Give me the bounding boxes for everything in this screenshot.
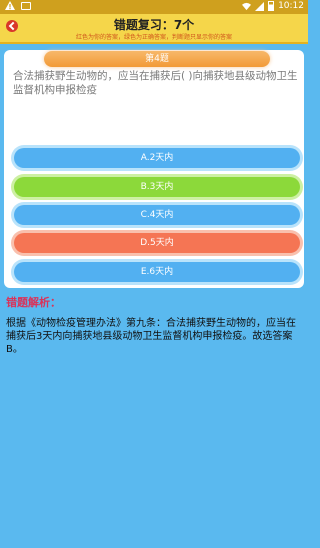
wifi-icon [242, 2, 252, 10]
analysis-heading: 错题解析： [6, 296, 61, 309]
page-subtitle: 红色为你的答案，绿色为正确答案，判断题只显示你的答案 [75, 34, 232, 41]
battery-icon [268, 1, 275, 11]
option-b[interactable]: B.3天内 [14, 177, 300, 197]
question-card: 第4题 合法捕获野生动物的，应当在捕获后( )向捕获地县级动物卫生监督机构申报检… [4, 50, 304, 288]
page-title: 错题复习：7个 [113, 18, 195, 32]
option-e[interactable]: E.6天内 [14, 262, 300, 282]
option-a[interactable]: A.2天内 [14, 148, 300, 168]
image-notification-icon [21, 2, 31, 10]
warning-icon [5, 1, 15, 10]
signal-icon [255, 1, 265, 11]
question-text: 合法捕获野生动物的，应当在捕获后( )向捕获地县级动物卫生监督机构申报检疫 [13, 70, 298, 96]
question-number-badge: 第4题 [44, 51, 270, 67]
app-header: 错题复习：7个 红色为你的答案，绿色为正确答案，判断题只显示你的答案 [0, 14, 308, 44]
analysis-text: 根据《动物检疫管理办法》第九条：合法捕获野生动物的，应当在捕获后3天内向捕获地县… [6, 318, 296, 355]
option-d[interactable]: D.5天内 [14, 233, 300, 253]
status-time: 10:12 [278, 1, 304, 11]
option-c[interactable]: C.4天内 [14, 205, 300, 225]
status-bar: 10:12 [0, 0, 308, 14]
